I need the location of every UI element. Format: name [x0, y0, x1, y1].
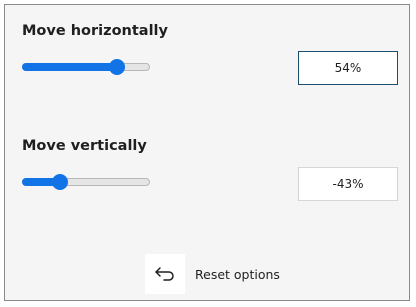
- options-panel: Move horizontally 54% Move vertically -4…: [4, 4, 410, 301]
- reset-options-label: Reset options: [195, 266, 280, 282]
- slider-fill: [22, 63, 117, 71]
- slider-thumb[interactable]: [108, 59, 125, 75]
- horizontal-label: Move horizontally: [22, 23, 168, 39]
- undo-arrow-icon: [145, 254, 185, 294]
- slider-thumb[interactable]: [52, 174, 69, 190]
- reset-options-button[interactable]: Reset options: [145, 254, 280, 294]
- horizontal-slider[interactable]: [22, 57, 150, 77]
- vertical-label: Move vertically: [22, 138, 147, 154]
- horizontal-value-input[interactable]: 54%: [298, 51, 398, 85]
- vertical-slider[interactable]: [22, 172, 150, 192]
- vertical-value-input[interactable]: -43%: [298, 167, 398, 201]
